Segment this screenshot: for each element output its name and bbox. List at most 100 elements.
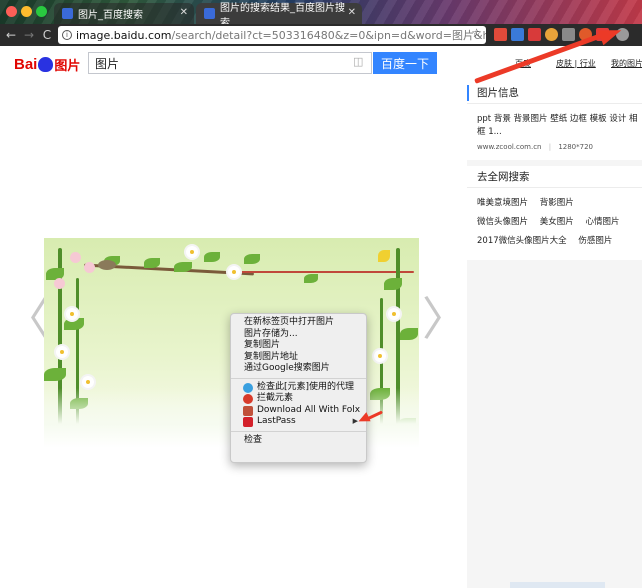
search-input[interactable] [89,53,339,73]
header-link-skin[interactable]: 皮肤 | 行业 [556,58,596,69]
menu-item-label: 检查此[元素]使用的代理 [257,381,355,392]
browser-toolbar: ← → C i image.baidu.com /search/detail?c… [0,24,642,46]
minimize-window-button[interactable] [21,6,32,17]
baidu-favicon-icon [204,8,215,19]
extension-icon[interactable] [528,28,541,41]
image-info-title: 图片信息 [467,82,642,104]
extension-icon[interactable] [494,28,507,41]
camera-icon[interactable]: ◫ [353,56,365,68]
menu-item-label: LastPass [257,416,296,426]
bookmark-star-icon[interactable]: ☆ [471,26,482,40]
menu-item-copy-image-address[interactable]: 复制图片地址 [231,352,366,364]
image-source-link[interactable]: www.zcool.com.cn [477,143,541,151]
related-row: 微信头像图片 美女图片 心情图片 [477,215,642,234]
lastpass-icon [243,417,253,427]
image-info-panel: 图片信息 ppt 背景 背景图片 壁纸 边框 模板 设计 相框 1... www… [467,82,642,588]
reload-button[interactable]: C [40,27,54,43]
image-leaf [384,278,402,290]
image-leaf [144,258,160,268]
image-leaf [204,252,220,262]
image-flower [186,246,198,258]
close-window-button[interactable] [6,6,17,17]
baidu-paw-icon [38,56,54,72]
image-leaf [174,262,192,272]
image-leaf [400,328,418,340]
web-search-card: 去全网搜索 唯美意境图片 背影图片 微信头像图片 美女图片 心情图片 2017微… [467,166,642,260]
image-flower [388,308,400,320]
menu-item-download-all-folx[interactable]: Download All With Folx [231,405,366,417]
tab-title: 图片的搜索结果_百度图片搜索 [220,2,345,25]
image-info-meta: www.zcool.com.cn | 1280*720 [467,143,642,151]
image-blossom [70,252,81,263]
related-link[interactable]: 背影图片 [540,198,574,208]
image-flower [82,376,94,388]
header-link-label[interactable]: 皮肤 | 行业 [556,59,596,68]
image-flower [56,346,68,358]
menu-item-open-image-new-tab[interactable]: 在新标签页中打开图片 [231,317,366,329]
meta-divider: | [548,143,552,151]
url-host: image.baidu.com [76,28,172,42]
search-button[interactable]: 百度一下 [373,52,437,74]
image-blossom [84,262,95,273]
image-leaf [44,368,66,381]
image-flower [374,350,386,362]
baidu-logo[interactable]: Bai 图片 [14,54,80,74]
image-info-description[interactable]: ppt 背景 背景图片 壁纸 边框 模板 设计 相框 1... [467,113,642,139]
image-branch [234,271,414,273]
related-row: 2017微信头像图片大全 伤感图片 [477,234,642,253]
tab-image-results[interactable]: 图片的搜索结果_百度图片搜索 ✕ [196,3,362,24]
image-dimensions: 1280*720 [558,143,593,151]
related-link[interactable]: 2017微信头像图片大全 [477,236,567,246]
tab-title: 图片_百度搜索 [78,10,143,21]
image-butterfly [378,250,390,262]
close-tab-icon[interactable]: ✕ [348,7,356,18]
baidu-favicon-icon [62,8,73,19]
menu-item-label: Download All With Folx [257,404,361,415]
site-info-icon[interactable]: i [62,30,72,40]
related-row: 唯美意境图片 背影图片 [477,196,642,215]
feedback-tab[interactable] [510,582,605,588]
image-leaf [64,318,84,330]
menu-separator [231,430,366,432]
header-link-my-images[interactable]: 我的图片 [611,58,642,69]
header-link-label[interactable]: 我的图片 [611,59,642,68]
logo-text: Bai [14,55,38,73]
image-leaf [304,274,318,283]
url-path: /search/detail?ct=503316480&z=0&ipn=d&wo… [171,29,486,42]
search-box: ◫ [88,52,372,74]
forward-button[interactable]: → [22,27,36,43]
menu-item-inspect[interactable]: 检查 [231,435,366,447]
proxy-icon [243,382,253,393]
back-button[interactable]: ← [4,27,18,43]
related-link[interactable]: 唯美意境图片 [477,198,528,208]
adblock-icon [243,394,253,404]
menu-item-check-proxy[interactable]: 检查此[元素]使用的代理 [231,382,366,394]
next-image-button[interactable]: 〉 [422,296,468,342]
related-link[interactable]: 美女图片 [540,217,574,227]
menu-item-save-image-as[interactable]: 图片存储为... [231,329,366,341]
menu-item-lastpass[interactable]: LastPass ▶ [231,416,366,428]
image-blossom [54,278,65,289]
menu-separator [231,377,366,379]
image-info-card: 图片信息 ppt 背景 背景图片 壁纸 边框 模板 设计 相框 1... www… [467,82,642,160]
extension-icon[interactable] [545,28,558,41]
close-tab-icon[interactable]: ✕ [180,7,188,18]
web-search-title: 去全网搜索 [467,166,642,188]
menu-item-copy-image[interactable]: 复制图片 [231,340,366,352]
maximize-window-button[interactable] [36,6,47,17]
tab-baidu-search[interactable]: 图片_百度搜索 ✕ [54,3,194,24]
image-leaf [244,254,260,264]
context-menu: 在新标签页中打开图片 图片存储为... 复制图片 复制图片地址 通过Google… [230,313,367,463]
extension-icon[interactable] [562,28,575,41]
related-link[interactable]: 伤感图片 [578,236,612,246]
related-link[interactable]: 心情图片 [585,217,619,227]
address-bar[interactable]: i image.baidu.com /search/detail?ct=5033… [58,26,486,44]
menu-item-label: 拦截元素 [257,393,294,403]
menu-item-search-google-image[interactable]: 通过Google搜索图片 [231,363,366,375]
menu-item-block-element[interactable]: 拦截元素 [231,393,366,405]
extension-icon[interactable] [511,28,524,41]
browser-tab-strip: 图片_百度搜索 ✕ 图片的搜索结果_百度图片搜索 ✕ [0,0,642,24]
image-flower [66,308,78,320]
related-link[interactable]: 微信头像图片 [477,217,528,227]
image-bird [98,260,116,270]
